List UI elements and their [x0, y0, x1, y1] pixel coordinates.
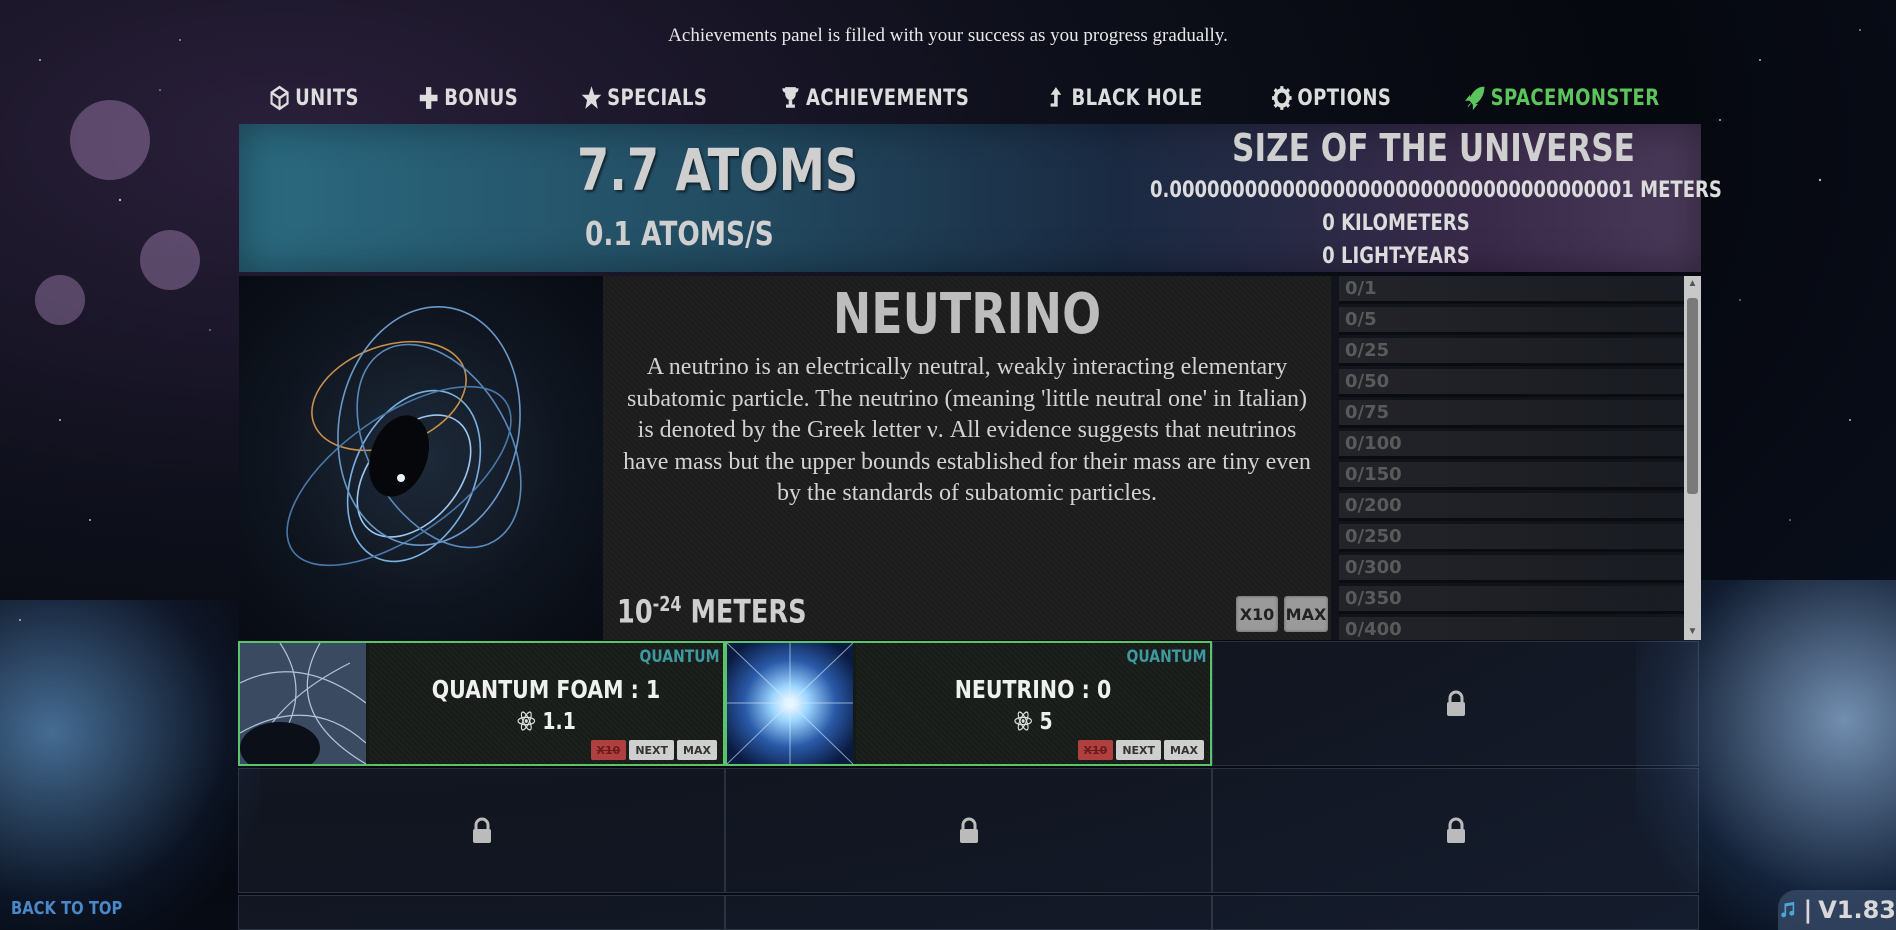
trophy-icon — [782, 87, 799, 108]
scroll-down-arrow[interactable]: ▼ — [1686, 626, 1699, 638]
locked-unit-slot — [1212, 641, 1699, 766]
atom-count: 7.7 ATOMS — [577, 136, 859, 204]
card-cost: 1.1 — [401, 709, 691, 735]
achievement-item: 0/50 — [1339, 369, 1691, 397]
quantum-foam-card-body: QUANTUM QUANTUM FOAM : 1 1.1 X10 NEXT MA… — [369, 643, 723, 764]
card-next-button[interactable]: NEXT — [1116, 740, 1162, 760]
locked-unit-slot — [725, 895, 1212, 930]
scroll-thumb[interactable] — [1687, 298, 1698, 494]
version-badge[interactable]: | V1.83 — [1778, 890, 1896, 930]
unit-x10-button[interactable]: X10 — [1236, 596, 1278, 632]
achievement-item: 0/25 — [1339, 338, 1691, 366]
achievement-item: 0/250 — [1339, 524, 1691, 552]
nav-achievements-label: ACHIEVEMENTS — [806, 85, 970, 111]
nav-bonus[interactable]: BONUS — [418, 85, 518, 111]
universe-size-kilometers: 0 KILOMETERS — [1322, 211, 1470, 236]
nav-achievements[interactable]: ACHIEVEMENTS — [780, 85, 969, 111]
card-name: QUANTUM FOAM : 1 — [431, 675, 661, 704]
universe-size-meters: 0.0000000000000000000000000000000000001 … — [1150, 178, 1722, 203]
achievements-list: 0/1 0/5 0/25 0/50 0/75 0/100 0/150 0/200… — [1331, 276, 1701, 640]
quantum-foam-image — [239, 642, 367, 774]
card-cost-value: 5 — [1039, 709, 1053, 735]
lock-icon — [1446, 817, 1465, 843]
achievement-item: 0/350 — [1339, 586, 1691, 614]
locked-unit-slot — [238, 895, 725, 930]
nav-specials[interactable]: SPECIALS — [581, 85, 707, 111]
atom-rate: 0.1 ATOMS/S — [585, 214, 774, 253]
achievement-item: 0/5 — [1339, 307, 1691, 335]
nav-options[interactable]: OPTIONS — [1272, 85, 1392, 111]
plus-icon — [419, 87, 438, 109]
achievement-item: 0/75 — [1339, 400, 1691, 428]
universe-size-title: SIZE OF THE UNIVERSE — [1232, 126, 1635, 170]
nav-spacemonster-label: SPACEMONSTER — [1490, 85, 1660, 111]
unit-size-unit: METERS — [690, 592, 807, 631]
achievement-item: 0/400 — [1339, 617, 1691, 640]
card-buttons: X10 NEXT MAX — [590, 740, 717, 760]
neutrino-image — [239, 276, 603, 640]
locked-unit-slot — [1212, 768, 1699, 893]
locked-unit-slot — [725, 768, 1212, 893]
notice-text: Achievements panel is filled with your s… — [668, 25, 1228, 46]
nav-units[interactable]: UNITS — [269, 85, 359, 111]
card-category: QUANTUM — [1126, 647, 1206, 667]
achievement-item: 0/1 — [1339, 276, 1691, 304]
unit-description: A neutrino is an electrically neutral, w… — [623, 354, 1311, 506]
version-label: V1.83 — [1818, 896, 1896, 924]
unit-card-neutrino[interactable]: QUANTUM NEUTRINO : 0 5 X10 NEXT MAX — [725, 641, 1212, 766]
card-name: NEUTRINO : 0 — [954, 675, 1112, 704]
cube-icon — [270, 85, 289, 111]
scroll-up-arrow[interactable]: ▲ — [1686, 278, 1699, 290]
achievements-scrollbar[interactable]: ▲ ▼ — [1684, 276, 1701, 640]
unit-description-panel: NEUTRINO A neutrino is an electrically n… — [603, 276, 1331, 640]
card-max-button[interactable]: MAX — [677, 740, 717, 760]
neutrino-card-body: QUANTUM NEUTRINO : 0 5 X10 NEXT MAX — [856, 643, 1210, 764]
nav-black-hole-label: BLACK HOLE — [1071, 85, 1204, 111]
achievement-item: 0/200 — [1339, 493, 1691, 521]
locked-unit-slot — [1212, 895, 1699, 930]
lock-icon — [1446, 690, 1465, 716]
achievement-item: 0/150 — [1339, 462, 1691, 490]
universe-size-light-years: 0 LIGHT-YEARS — [1322, 244, 1470, 269]
achievement-item: 0/300 — [1339, 555, 1691, 583]
back-to-top-link[interactable]: BACK TO TOP — [11, 898, 122, 919]
card-cost: 5 — [888, 709, 1178, 735]
locked-unit-slot — [238, 768, 725, 893]
background-glow-left — [0, 600, 260, 930]
card-next-button[interactable]: NEXT — [629, 740, 675, 760]
unit-card-quantum-foam[interactable]: QUANTUM QUANTUM FOAM : 1 1.1 X10 NEXT MA… — [238, 641, 725, 774]
card-cost-value: 1.1 — [542, 709, 576, 735]
nav-black-hole[interactable]: BLACK HOLE — [1046, 85, 1203, 111]
atom-icon — [1014, 711, 1032, 731]
lock-icon — [959, 817, 978, 843]
unit-size-exponent: -24 — [652, 592, 682, 616]
card-x10-button[interactable]: X10 — [1077, 740, 1114, 760]
unit-size: 10-24 METERS — [617, 592, 807, 631]
nav-spacemonster[interactable]: SPACEMONSTER — [1464, 85, 1659, 111]
unit-title: NEUTRINO — [832, 282, 1102, 347]
card-max-button[interactable]: MAX — [1164, 740, 1204, 760]
star-icon — [581, 86, 602, 109]
nav-options-label: OPTIONS — [1297, 85, 1392, 111]
unit-size-base: 10 — [617, 592, 653, 631]
card-x10-button[interactable]: X10 — [590, 740, 627, 760]
nav-units-label: UNITS — [295, 85, 359, 111]
main-nav: UNITS BONUS SPECIALS ACHIEVEMENTS BLACK … — [240, 78, 1700, 118]
achievement-item: 0/100 — [1339, 431, 1691, 459]
neutrino-burst-image — [726, 642, 854, 765]
nav-specials-label: SPECIALS — [607, 85, 708, 111]
nav-bonus-label: BONUS — [444, 85, 519, 111]
rocket-icon — [1465, 86, 1485, 111]
music-icon[interactable] — [1778, 898, 1797, 922]
lock-icon — [472, 817, 491, 843]
card-buttons: X10 NEXT MAX — [1077, 740, 1204, 760]
atom-icon — [517, 711, 535, 731]
unit-max-button[interactable]: MAX — [1284, 596, 1328, 632]
arrow-up-icon — [1051, 87, 1062, 107]
gear-icon — [1272, 86, 1292, 110]
card-category: QUANTUM — [639, 647, 719, 667]
version-separator: | — [1803, 896, 1813, 924]
